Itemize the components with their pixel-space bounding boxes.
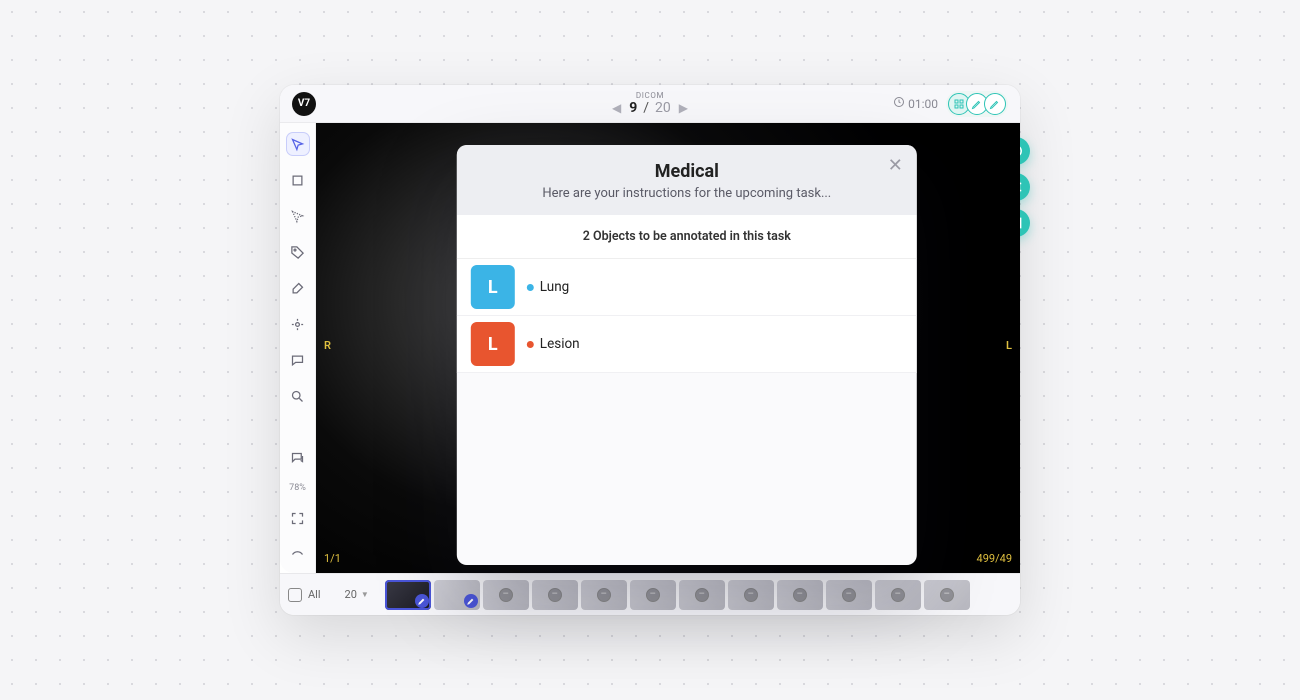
- unannotated-badge-icon: –: [499, 588, 513, 602]
- close-icon[interactable]: ✕: [888, 157, 903, 175]
- annotated-badge-icon: [415, 594, 429, 608]
- slice-indicator: 1/1: [324, 552, 341, 565]
- more-tool[interactable]: [287, 543, 309, 565]
- format-label: DICOM: [636, 91, 664, 100]
- filmstrip-count-value: 20: [345, 588, 357, 601]
- select-tool[interactable]: [287, 133, 309, 155]
- unannotated-badge-icon: –: [646, 588, 660, 602]
- polygon-tool[interactable]: [287, 205, 309, 227]
- unannotated-badge-icon: –: [597, 588, 611, 602]
- filmstrip-filter[interactable]: All: [288, 588, 321, 602]
- object-color-dot: [527, 341, 534, 348]
- app-window: V7 DICOM ◀ 9 / 20 ▶ 01:00: [280, 85, 1020, 615]
- comments-panel-icon[interactable]: [287, 447, 309, 469]
- pager: DICOM ◀ 9 / 20 ▶: [610, 91, 690, 116]
- tag-tool[interactable]: [287, 241, 309, 263]
- prev-arrow-icon[interactable]: ◀: [610, 101, 623, 115]
- frame-indicator: 499/49: [977, 552, 1012, 565]
- unannotated-badge-icon: –: [695, 588, 709, 602]
- thumbnail[interactable]: –: [532, 580, 578, 610]
- comment-tool[interactable]: [287, 349, 309, 371]
- filter-all-label: All: [308, 588, 321, 601]
- timer-value: 01:00: [908, 97, 938, 111]
- thumbnail[interactable]: –: [924, 580, 970, 610]
- topbar: V7 DICOM ◀ 9 / 20 ▶ 01:00: [280, 85, 1020, 123]
- thumbnail[interactable]: [434, 580, 480, 610]
- object-class-list: L Lung L Lesion: [457, 259, 917, 373]
- object-color-dot: [527, 284, 534, 291]
- dropdown-icon: ▼: [361, 590, 369, 599]
- timer: 01:00: [893, 96, 938, 111]
- orientation-marker-r: R: [324, 339, 331, 352]
- object-class-name: Lung: [540, 279, 569, 295]
- object-class-row[interactable]: L Lesion: [457, 316, 917, 373]
- layers-icon: [288, 588, 302, 602]
- thumbnail[interactable]: –: [875, 580, 921, 610]
- object-class-chip: L: [471, 265, 515, 309]
- thumbnail[interactable]: –: [679, 580, 725, 610]
- unannotated-badge-icon: –: [744, 588, 758, 602]
- logo-badge: V7: [292, 92, 316, 116]
- page-separator: /: [643, 100, 649, 116]
- thumbnails: ––––––––––: [385, 580, 1012, 610]
- brush-tool[interactable]: [287, 277, 309, 299]
- modal-objects-heading: 2 Objects to be annotated in this task: [457, 215, 917, 259]
- object-class-row[interactable]: L Lung: [457, 259, 917, 316]
- thumbnail[interactable]: –: [826, 580, 872, 610]
- object-class-chip: L: [471, 322, 515, 366]
- orientation-marker-l: L: [1006, 339, 1012, 352]
- thumbnail[interactable]: –: [728, 580, 774, 610]
- next-arrow-icon[interactable]: ▶: [677, 101, 690, 115]
- zoom-percent: 78%: [289, 483, 306, 493]
- zoom-tool[interactable]: [287, 385, 309, 407]
- unannotated-badge-icon: –: [548, 588, 562, 602]
- page-current: 9: [629, 100, 637, 116]
- thumbnail[interactable]: –: [630, 580, 676, 610]
- instructions-modal: ✕ Medical Here are your instructions for…: [457, 145, 917, 565]
- modal-header: ✕ Medical Here are your instructions for…: [457, 145, 917, 215]
- modal-title: Medical: [477, 161, 897, 182]
- bbox-tool[interactable]: [287, 169, 309, 191]
- annotated-badge-icon: [464, 594, 478, 608]
- unannotated-badge-icon: –: [940, 588, 954, 602]
- filmstrip: All 20 ▼ – – – – – – – – – –: [280, 573, 1020, 615]
- clock-icon: [893, 96, 905, 111]
- filmstrip-count[interactable]: 20 ▼: [345, 588, 369, 601]
- fit-tool[interactable]: [287, 507, 309, 529]
- object-class-meta: Lesion: [527, 336, 580, 352]
- unannotated-badge-icon: –: [793, 588, 807, 602]
- object-class-meta: Lung: [527, 279, 569, 295]
- object-class-name: Lesion: [540, 336, 580, 352]
- thumbnail[interactable]: –: [581, 580, 627, 610]
- thumbnail[interactable]: [385, 580, 431, 610]
- stage-review-icon[interactable]: [984, 93, 1006, 115]
- thumbnail[interactable]: –: [483, 580, 529, 610]
- thumbnail[interactable]: –: [777, 580, 823, 610]
- keypoint-tool[interactable]: [287, 313, 309, 335]
- page-total: 20: [655, 100, 671, 116]
- unannotated-badge-icon: –: [842, 588, 856, 602]
- tool-sidebar: 78%: [280, 123, 316, 573]
- unannotated-badge-icon: –: [891, 588, 905, 602]
- stage-pills: [946, 91, 1008, 117]
- modal-subtitle: Here are your instructions for the upcom…: [477, 186, 897, 201]
